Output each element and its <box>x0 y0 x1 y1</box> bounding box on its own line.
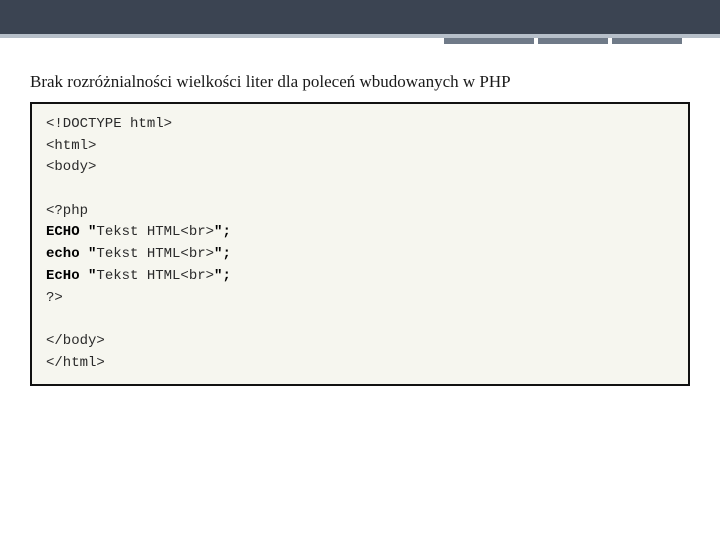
code-keyword: EcHo " <box>46 268 96 284</box>
code-block: <!DOCTYPE html> <html> <body> <?php ECHO… <box>30 102 690 386</box>
code-end: "; <box>214 246 231 262</box>
code-line: <body> <box>46 159 96 175</box>
code-end: "; <box>214 268 231 284</box>
accent-bar <box>612 38 682 44</box>
code-line: </body> <box>46 333 105 349</box>
code-line: </html> <box>46 355 105 371</box>
code-keyword: ECHO " <box>46 224 96 240</box>
code-line: <!DOCTYPE html> <box>46 116 172 132</box>
accent-bar <box>538 38 608 44</box>
code-line: ?> <box>46 290 63 306</box>
code-line: <?php <box>46 203 88 219</box>
code-line: <html> <box>46 138 96 154</box>
accent-bars <box>444 38 682 44</box>
code-text: Tekst HTML<br> <box>96 224 214 240</box>
slide-topbar <box>0 0 720 34</box>
code-text: Tekst HTML<br> <box>96 246 214 262</box>
slide-heading: Brak rozróżnialności wielkości liter dla… <box>30 72 720 92</box>
code-keyword: echo " <box>46 246 96 262</box>
accent-bar <box>444 38 534 44</box>
code-text: Tekst HTML<br> <box>96 268 214 284</box>
code-end: "; <box>214 224 231 240</box>
